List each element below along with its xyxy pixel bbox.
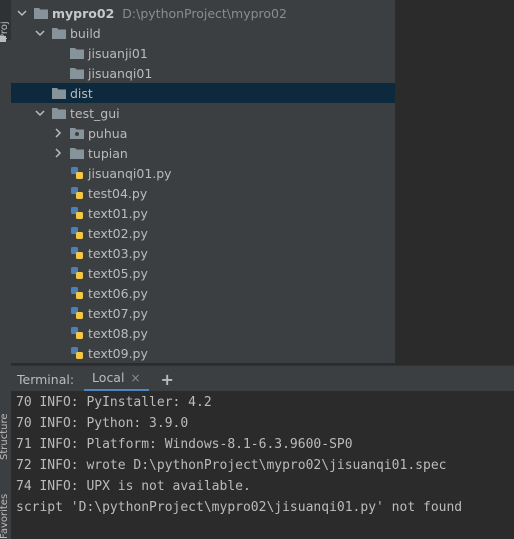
chevron-down-icon[interactable]	[16, 7, 28, 19]
python-file-icon	[70, 226, 84, 240]
tree-row-text03-py[interactable]: text03.py	[11, 243, 395, 263]
favorites-tool-tab[interactable]: Favorites	[0, 490, 11, 539]
tree-row-mypro02[interactable]: mypro02 D:\pythonProject\mypro02	[11, 3, 395, 23]
terminal-line: 74 INFO: UPX is not available.	[16, 479, 251, 494]
tree-item-label: text01.py	[88, 205, 148, 221]
python-file-icon	[70, 326, 84, 340]
tree-row-text08-py[interactable]: text08.py	[11, 323, 395, 343]
terminal-output[interactable]: 70 INFO: PyInstaller: 4.2 70 INFO: Pytho…	[11, 391, 514, 539]
folder-icon	[70, 46, 84, 60]
terminal-tab-local[interactable]: Local ×	[84, 366, 149, 392]
tree-row-text02-py[interactable]: text02.py	[11, 223, 395, 243]
tree-item-label: test_gui	[70, 105, 120, 121]
tree-row-text09-py[interactable]: text09.py	[11, 343, 395, 363]
tree-item-label: jisuanqi01.py	[88, 165, 172, 181]
terminal-line: 72 INFO: wrote D:\pythonProject\mypro02\…	[16, 458, 447, 473]
tree-row-tupian[interactable]: tupian	[11, 143, 395, 163]
tree-item-label: puhua	[88, 125, 128, 141]
tree-item-label: text06.py	[88, 285, 148, 301]
tree-item-label: text08.py	[88, 325, 148, 341]
tree-row-build[interactable]: build	[11, 23, 395, 43]
tree-item-label: jisuanji01	[88, 45, 148, 61]
tree-item-label: text07.py	[88, 305, 148, 321]
chevron-down-icon[interactable]	[34, 107, 46, 119]
structure-tool-tab[interactable]: Structure	[0, 410, 11, 460]
terminal-tab-label: Local	[92, 370, 125, 385]
python-file-icon	[70, 306, 84, 320]
tree-row-text01-py[interactable]: text01.py	[11, 203, 395, 223]
folder-icon	[52, 86, 66, 100]
tree-row-text06-py[interactable]: text06.py	[11, 283, 395, 303]
chevron-right-icon[interactable]	[52, 127, 64, 139]
folder-icon	[52, 26, 66, 40]
tree-item-label: tupian	[88, 145, 128, 161]
tree-row-jisuanqi01[interactable]: jisuanqi01	[11, 63, 395, 83]
folder-icon	[34, 6, 48, 20]
folder-icon	[70, 66, 84, 80]
project-tool-tab[interactable]: Proj	[0, 0, 11, 40]
project-root-label: mypro02	[52, 5, 115, 21]
terminal-title: Terminal:	[17, 371, 75, 387]
python-file-icon	[70, 286, 84, 300]
tree-row-dist[interactable]: dist	[11, 83, 395, 103]
tree-item-label: text05.py	[88, 265, 148, 281]
tree-row-text07-py[interactable]: text07.py	[11, 303, 395, 323]
tree-row-jisuanji01[interactable]: jisuanji01	[11, 43, 395, 63]
close-icon[interactable]: ×	[130, 371, 140, 385]
tree-item-label: build	[70, 25, 101, 41]
tree-row-text05-py[interactable]: text05.py	[11, 263, 395, 283]
project-root-path: D:\pythonProject\mypro02	[122, 5, 287, 21]
tree-item-label: text02.py	[88, 225, 148, 241]
tree-item-label: test04.py	[88, 185, 148, 201]
python-file-icon	[70, 346, 84, 360]
chevron-down-icon[interactable]	[34, 27, 46, 39]
tree-row-puhua[interactable]: puhua	[11, 123, 395, 143]
python-file-icon	[70, 266, 84, 280]
terminal-header: Terminal: Local × +	[11, 365, 514, 392]
tree-item-label: text09.py	[88, 345, 148, 361]
python-file-icon	[70, 246, 84, 260]
package-folder-icon	[70, 126, 84, 140]
python-file-icon	[70, 166, 84, 180]
add-tab-button[interactable]: +	[161, 370, 174, 389]
terminal-line: 70 INFO: Python: 3.9.0	[16, 416, 189, 431]
folder-icon	[70, 146, 84, 160]
folder-icon	[52, 106, 66, 120]
tree-row-test04-py[interactable]: test04.py	[11, 183, 395, 203]
chevron-right-icon[interactable]	[52, 147, 64, 159]
tree-item-label: jisuanqi01	[88, 65, 153, 81]
python-file-icon	[70, 186, 84, 200]
tree-row-test-gui[interactable]: test_gui	[11, 103, 395, 123]
editor-area	[396, 0, 514, 363]
project-tree-panel: mypro02 D:\pythonProject\mypro02 build j…	[11, 0, 395, 363]
tree-item-label: dist	[70, 85, 93, 101]
python-file-icon	[70, 206, 84, 220]
terminal-line: 71 INFO: Platform: Windows-8.1-6.3.9600-…	[16, 437, 353, 452]
terminal-line: script 'D:\pythonProject\mypro02\jisuanq…	[16, 500, 463, 515]
tree-row-jisuanqi01-py[interactable]: jisuanqi01.py	[11, 163, 395, 183]
terminal-line: 70 INFO: PyInstaller: 4.2	[16, 395, 212, 410]
project-tab-indicator	[0, 36, 6, 42]
tree-item-label: text03.py	[88, 245, 148, 261]
